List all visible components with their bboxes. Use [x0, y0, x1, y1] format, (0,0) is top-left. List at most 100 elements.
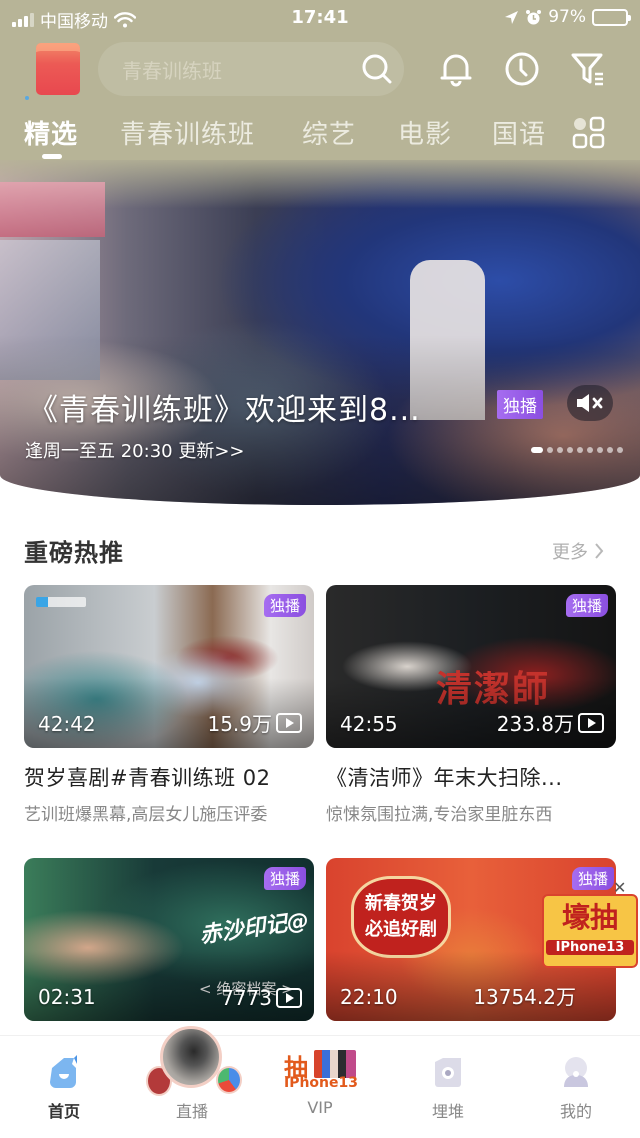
view-count: 233.8万: [497, 708, 604, 737]
carousel-dots: [531, 447, 623, 453]
exclusive-badge: 独播: [263, 867, 306, 890]
tab-featured[interactable]: 精选: [24, 114, 78, 151]
nav-label: 首页: [47, 1102, 80, 1121]
video-duration: 22:10: [340, 985, 398, 1009]
view-count: 7773: [221, 986, 302, 1010]
video-duration: 42:55: [340, 712, 398, 736]
nav-label: 我的: [559, 1102, 592, 1121]
carousel-dot[interactable]: [531, 447, 543, 453]
close-ad-icon[interactable]: ✕: [613, 878, 626, 897]
view-count-value: 15.9万: [207, 712, 272, 736]
nav-community[interactable]: 埋堆: [384, 1036, 512, 1138]
filter-icon[interactable]: [568, 49, 608, 89]
exclusive-badge: 独播: [263, 594, 306, 617]
hero-subtitle[interactable]: 逢周一至五 20:30 更新>>: [25, 437, 244, 463]
phone-graphic: [314, 1050, 356, 1078]
play-icon: [276, 712, 302, 733]
poster-promo-text: 新春贺岁 必追好剧: [351, 876, 451, 958]
carousel-dot[interactable]: [617, 447, 623, 453]
carousel-dot[interactable]: [597, 447, 603, 453]
vip-promo-brand: IPhone13: [284, 1075, 358, 1091]
ad-title: 壕抽: [561, 901, 618, 934]
tab-youth-training[interactable]: 青春训练班: [120, 114, 255, 151]
nav-home[interactable]: 首页: [0, 1036, 128, 1138]
floating-ad[interactable]: 壕抽 IPhone13: [540, 894, 638, 968]
bell-icon[interactable]: [436, 49, 476, 89]
home-icon: [50, 1055, 77, 1088]
nav-live[interactable]: 直播: [128, 1026, 256, 1138]
search-input[interactable]: 青春训练班: [122, 55, 360, 84]
exclusive-badge: 独播: [571, 867, 614, 890]
view-count: 15.9万: [207, 708, 302, 737]
nav-profile[interactable]: 我的: [512, 1036, 640, 1138]
poster-title: 赤沙印记@: [198, 908, 311, 949]
view-count-value: 7773: [221, 986, 272, 1010]
app-screen: 中国移动 17:41 97% 青春训练班 精选 青春训练班 综艺 电影 国语 《…: [0, 0, 640, 1138]
hero-title[interactable]: 《青春训练班》欢迎来到8...: [28, 385, 421, 429]
carousel-dot[interactable]: [567, 447, 573, 453]
video-description: 艺训班爆黑幕,高层女儿施压评委: [24, 805, 268, 825]
video-duration: 42:42: [38, 712, 96, 736]
nav-vip[interactable]: 抽 IPhone13 VIP: [256, 1036, 384, 1138]
carousel-dot[interactable]: [577, 447, 583, 453]
video-duration: 02:31: [38, 985, 96, 1009]
video-thumbnail[interactable]: 清潔師 独播 42:55 233.8万: [326, 585, 616, 748]
search-icon[interactable]: [360, 52, 394, 86]
more-label: 更多: [552, 542, 588, 563]
location-arrow-icon: [505, 10, 519, 24]
red-packet-icon[interactable]: [36, 43, 80, 95]
tab-mandarin[interactable]: 国语: [492, 114, 546, 151]
vip-promo-icon: 抽 IPhone13: [284, 1048, 358, 1091]
channel-logo: [36, 597, 86, 607]
category-tabs: 精选 青春训练班 综艺 电影 国语: [0, 108, 640, 160]
exclusive-badge: 独播: [497, 390, 543, 419]
mute-icon: [577, 394, 603, 412]
video-card[interactable]: 赤沙印记@ < 绝密档案 > 独播 02:31 7773: [24, 858, 314, 1021]
tab-movies[interactable]: 电影: [398, 114, 452, 151]
view-count-value: 233.8万: [496, 712, 574, 736]
clock-icon[interactable]: [502, 49, 542, 89]
nav-label: 埋堆: [431, 1102, 464, 1121]
play-icon: [276, 988, 302, 1008]
battery-percent: 97%: [548, 7, 586, 27]
view-count-value: 13754.2万: [473, 985, 576, 1009]
more-link[interactable]: 更多: [552, 538, 604, 564]
mute-button[interactable]: [567, 385, 613, 421]
video-title[interactable]: 《清洁师》年末大扫除...: [326, 762, 616, 792]
nav-label: VIP: [307, 1098, 333, 1117]
ad-banner[interactable]: 壕抽 IPhone13: [542, 894, 638, 968]
profile-icon: [564, 1057, 588, 1087]
all-categories-icon[interactable]: [572, 116, 606, 150]
carousel-dot[interactable]: [587, 447, 593, 453]
video-card[interactable]: 独播 42:42 15.9万 贺岁喜剧#青春训练班 02 艺训班爆黑幕,高层女儿…: [24, 585, 314, 825]
exclusive-badge: 独播: [565, 594, 608, 617]
play-icon: [578, 712, 604, 733]
ad-subtitle: IPhone13: [546, 940, 634, 955]
video-thumbnail[interactable]: 赤沙印记@ < 绝密档案 > 独播 02:31 7773: [24, 858, 314, 1021]
battery-icon: [592, 8, 631, 26]
carousel-dot[interactable]: [547, 447, 553, 453]
hero-banner[interactable]: 《青春训练班》欢迎来到8... 独播 逢周一至五 20:30 更新>>: [0, 160, 640, 505]
video-title[interactable]: 贺岁喜剧#青春训练班 02: [24, 762, 314, 792]
tab-variety[interactable]: 综艺: [302, 114, 356, 151]
carousel-dot[interactable]: [557, 447, 563, 453]
live-thumb-right: [216, 1066, 242, 1094]
nav-label: 直播: [175, 1102, 208, 1121]
view-count: 13754.2万: [473, 981, 576, 1010]
chevron-right-icon: [595, 543, 604, 559]
carousel-dot[interactable]: [607, 447, 613, 453]
live-avatar-icon: [160, 1026, 222, 1088]
top-header: 青春训练班: [0, 40, 640, 100]
hero-image-sign: [0, 182, 105, 237]
community-icon: [435, 1058, 461, 1087]
video-thumbnail[interactable]: 独播 42:42 15.9万: [24, 585, 314, 748]
video-description: 惊悚氛围拉满,专治家里脏东西: [326, 805, 553, 825]
video-card[interactable]: 清潔師 独播 42:55 233.8万 《清洁师》年末大扫除... 惊悚氛围拉满…: [326, 585, 616, 825]
search-bar[interactable]: 青春训练班: [98, 42, 404, 96]
active-tab-indicator: [42, 154, 62, 159]
bottom-navigation: 首页 直播 抽 IPhone13 VIP 埋堆 我的: [0, 1026, 640, 1138]
status-bar: 中国移动 17:41 97%: [0, 0, 640, 36]
alarm-icon: [526, 9, 542, 24]
notification-dot: [25, 96, 29, 100]
section-title: 重磅热推: [24, 539, 124, 567]
